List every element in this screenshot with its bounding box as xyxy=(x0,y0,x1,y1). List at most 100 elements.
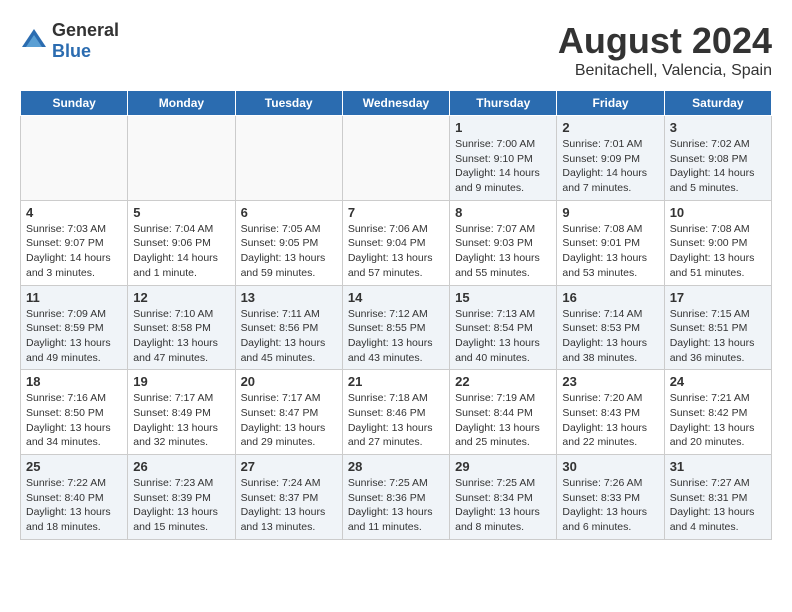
calendar-week-3: 11 Sunrise: 7:09 AM Sunset: 8:59 PM Dayli… xyxy=(21,285,772,370)
day-number: 31 xyxy=(670,459,766,474)
day-number: 16 xyxy=(562,290,658,305)
day-info: Sunrise: 7:12 AM Sunset: 8:55 PM Dayligh… xyxy=(348,307,444,366)
calendar-header-row: SundayMondayTuesdayWednesdayThursdayFrid… xyxy=(21,91,772,116)
day-info: Sunrise: 7:07 AM Sunset: 9:03 PM Dayligh… xyxy=(455,222,551,281)
calendar-week-4: 18Sunrise: 7:16 AM Sunset: 8:50 PM Dayli… xyxy=(21,370,772,455)
calendar-cell: 16 Sunrise: 7:14 AM Sunset: 8:53 PM Dayli… xyxy=(557,285,664,370)
day-info: Sunrise: 7:17 AM Sunset: 8:47 PM Dayligh… xyxy=(241,391,337,450)
day-number: 11 xyxy=(26,290,122,305)
day-number: 23 xyxy=(562,374,658,389)
day-info: Sunrise: 7:25 AM Sunset: 8:34 PM Dayligh… xyxy=(455,476,551,535)
calendar-cell: 3 Sunrise: 7:02 AM Sunset: 9:08 PM Daylig… xyxy=(664,116,771,201)
day-info: Sunrise: 7:03 AM Sunset: 9:07 PM Dayligh… xyxy=(26,222,122,281)
calendar-cell: 22 Sunrise: 7:19 AM Sunset: 8:44 PM Dayli… xyxy=(450,370,557,455)
day-header-wednesday: Wednesday xyxy=(342,91,449,116)
day-number: 14 xyxy=(348,290,444,305)
day-info: Sunrise: 7:13 AM Sunset: 8:54 PM Dayligh… xyxy=(455,307,551,366)
day-number: 17 xyxy=(670,290,766,305)
calendar-cell: 25Sunrise: 7:22 AM Sunset: 8:40 PM Dayli… xyxy=(21,455,128,540)
day-info: Sunrise: 7:25 AM Sunset: 8:36 PM Dayligh… xyxy=(348,476,444,535)
day-number: 20 xyxy=(241,374,337,389)
calendar-cell: 21Sunrise: 7:18 AM Sunset: 8:46 PM Dayli… xyxy=(342,370,449,455)
subtitle: Benitachell, Valencia, Spain xyxy=(558,62,772,80)
day-number: 19 xyxy=(133,374,229,389)
calendar-cell: 5Sunrise: 7:04 AM Sunset: 9:06 PM Daylig… xyxy=(128,200,235,285)
calendar-cell: 17 Sunrise: 7:15 AM Sunset: 8:51 PM Dayli… xyxy=(664,285,771,370)
calendar-cell xyxy=(342,116,449,201)
day-number: 8 xyxy=(455,205,551,220)
page-header: General Blue August 2024 Benitachell, Va… xyxy=(20,20,772,80)
calendar-cell: 1 Sunrise: 7:00 AM Sunset: 9:10 PM Daylig… xyxy=(450,116,557,201)
day-number: 6 xyxy=(241,205,337,220)
calendar-cell: 6 Sunrise: 7:05 AM Sunset: 9:05 PM Daylig… xyxy=(235,200,342,285)
day-header-thursday: Thursday xyxy=(450,91,557,116)
day-info: Sunrise: 7:20 AM Sunset: 8:43 PM Dayligh… xyxy=(562,391,658,450)
day-info: Sunrise: 7:04 AM Sunset: 9:06 PM Dayligh… xyxy=(133,222,229,281)
day-header-saturday: Saturday xyxy=(664,91,771,116)
calendar-cell: 7Sunrise: 7:06 AM Sunset: 9:04 PM Daylig… xyxy=(342,200,449,285)
day-info: Sunrise: 7:08 AM Sunset: 9:01 PM Dayligh… xyxy=(562,222,658,281)
calendar-cell: 27Sunrise: 7:24 AM Sunset: 8:37 PM Dayli… xyxy=(235,455,342,540)
day-info: Sunrise: 7:05 AM Sunset: 9:05 PM Dayligh… xyxy=(241,222,337,281)
calendar-cell: 29 Sunrise: 7:25 AM Sunset: 8:34 PM Dayli… xyxy=(450,455,557,540)
calendar-cell: 28 Sunrise: 7:25 AM Sunset: 8:36 PM Dayli… xyxy=(342,455,449,540)
day-info: Sunrise: 7:01 AM Sunset: 9:09 PM Dayligh… xyxy=(562,137,658,196)
day-number: 25 xyxy=(26,459,122,474)
day-number: 28 xyxy=(348,459,444,474)
calendar-week-1: 1 Sunrise: 7:00 AM Sunset: 9:10 PM Daylig… xyxy=(21,116,772,201)
day-info: Sunrise: 7:11 AM Sunset: 8:56 PM Dayligh… xyxy=(241,307,337,366)
day-number: 4 xyxy=(26,205,122,220)
day-number: 22 xyxy=(455,374,551,389)
calendar-cell: 12Sunrise: 7:10 AM Sunset: 8:58 PM Dayli… xyxy=(128,285,235,370)
calendar-cell xyxy=(235,116,342,201)
calendar-table: SundayMondayTuesdayWednesdayThursdayFrid… xyxy=(20,90,772,540)
day-info: Sunrise: 7:23 AM Sunset: 8:39 PM Dayligh… xyxy=(133,476,229,535)
logo-text-blue: Blue xyxy=(52,41,91,61)
calendar-cell: 11 Sunrise: 7:09 AM Sunset: 8:59 PM Dayli… xyxy=(21,285,128,370)
day-info: Sunrise: 7:15 AM Sunset: 8:51 PM Dayligh… xyxy=(670,307,766,366)
day-number: 18 xyxy=(26,374,122,389)
calendar-cell xyxy=(128,116,235,201)
day-number: 26 xyxy=(133,459,229,474)
day-number: 24 xyxy=(670,374,766,389)
logo-text-general: General xyxy=(52,20,119,40)
calendar-cell: 13 Sunrise: 7:11 AM Sunset: 8:56 PM Dayli… xyxy=(235,285,342,370)
day-header-monday: Monday xyxy=(128,91,235,116)
day-info: Sunrise: 7:09 AM Sunset: 8:59 PM Dayligh… xyxy=(26,307,122,366)
calendar-cell: 15 Sunrise: 7:13 AM Sunset: 8:54 PM Dayli… xyxy=(450,285,557,370)
day-number: 3 xyxy=(670,120,766,135)
calendar-cell: 9 Sunrise: 7:08 AM Sunset: 9:01 PM Daylig… xyxy=(557,200,664,285)
calendar-cell: 23 Sunrise: 7:20 AM Sunset: 8:43 PM Dayli… xyxy=(557,370,664,455)
calendar-cell: 26 Sunrise: 7:23 AM Sunset: 8:39 PM Dayli… xyxy=(128,455,235,540)
day-info: Sunrise: 7:26 AM Sunset: 8:33 PM Dayligh… xyxy=(562,476,658,535)
day-info: Sunrise: 7:17 AM Sunset: 8:49 PM Dayligh… xyxy=(133,391,229,450)
day-number: 15 xyxy=(455,290,551,305)
day-info: Sunrise: 7:02 AM Sunset: 9:08 PM Dayligh… xyxy=(670,137,766,196)
day-number: 30 xyxy=(562,459,658,474)
day-header-tuesday: Tuesday xyxy=(235,91,342,116)
day-info: Sunrise: 7:00 AM Sunset: 9:10 PM Dayligh… xyxy=(455,137,551,196)
logo: General Blue xyxy=(20,20,119,62)
calendar-cell: 20 Sunrise: 7:17 AM Sunset: 8:47 PM Dayli… xyxy=(235,370,342,455)
day-number: 29 xyxy=(455,459,551,474)
day-info: Sunrise: 7:06 AM Sunset: 9:04 PM Dayligh… xyxy=(348,222,444,281)
day-number: 9 xyxy=(562,205,658,220)
day-number: 1 xyxy=(455,120,551,135)
calendar-cell: 4 Sunrise: 7:03 AM Sunset: 9:07 PM Daylig… xyxy=(21,200,128,285)
day-number: 2 xyxy=(562,120,658,135)
day-info: Sunrise: 7:18 AM Sunset: 8:46 PM Dayligh… xyxy=(348,391,444,450)
calendar-cell: 8 Sunrise: 7:07 AM Sunset: 9:03 PM Daylig… xyxy=(450,200,557,285)
day-number: 13 xyxy=(241,290,337,305)
calendar-cell: 24Sunrise: 7:21 AM Sunset: 8:42 PM Dayli… xyxy=(664,370,771,455)
calendar-cell: 19 Sunrise: 7:17 AM Sunset: 8:49 PM Dayli… xyxy=(128,370,235,455)
calendar-cell: 14 Sunrise: 7:12 AM Sunset: 8:55 PM Dayli… xyxy=(342,285,449,370)
day-number: 27 xyxy=(241,459,337,474)
calendar-cell: 10Sunrise: 7:08 AM Sunset: 9:00 PM Dayli… xyxy=(664,200,771,285)
day-number: 12 xyxy=(133,290,229,305)
calendar-cell: 31Sunrise: 7:27 AM Sunset: 8:31 PM Dayli… xyxy=(664,455,771,540)
day-info: Sunrise: 7:08 AM Sunset: 9:00 PM Dayligh… xyxy=(670,222,766,281)
calendar-cell: 30 Sunrise: 7:26 AM Sunset: 8:33 PM Dayli… xyxy=(557,455,664,540)
day-info: Sunrise: 7:19 AM Sunset: 8:44 PM Dayligh… xyxy=(455,391,551,450)
day-info: Sunrise: 7:14 AM Sunset: 8:53 PM Dayligh… xyxy=(562,307,658,366)
main-title: August 2024 xyxy=(558,20,772,62)
